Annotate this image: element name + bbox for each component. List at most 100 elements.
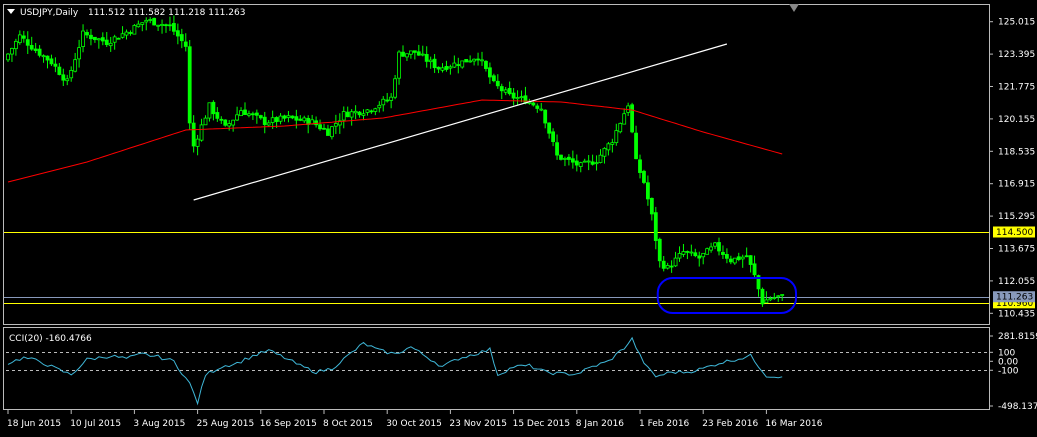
candle [464,59,469,63]
candle-body [424,54,429,62]
candle-body [507,87,512,95]
date-tick-label: 16 Mar 2016 [765,419,822,429]
candle-body [480,59,484,62]
candle-body [223,119,228,126]
price-tick-label: 120.155 [998,115,1035,125]
cci-label: CCI(20) -160.4766 [9,334,92,344]
candle-body [187,46,192,124]
candle-body [598,154,603,163]
candle-body [333,123,338,127]
candle-body [653,212,658,241]
candle-body [353,110,358,114]
candle-body [373,108,378,112]
level-tag-label: 111.263 [996,293,1033,303]
candle-body [393,78,398,98]
candle-body [760,288,765,305]
date-tick-label: 8 Jan 2016 [576,419,624,429]
candle-body [748,255,753,265]
candle-body [108,42,113,47]
candle-body [65,78,70,82]
candle-body [29,45,34,50]
symbol-label: USDJPY,Daily [20,8,79,18]
candle-body [689,251,694,254]
candle-body [120,33,125,38]
price-tick-label: 112.055 [998,277,1035,287]
candle-body [199,124,204,141]
candle-body [665,265,670,269]
candle-body [764,299,769,304]
candle-body [179,34,184,42]
candle-body [282,115,287,119]
price-tick-label: 123.395 [998,50,1035,60]
candle-body [586,160,591,163]
chart: USDJPY,Daily 111.512 111.582 111.218 111… [0,0,1037,437]
candle-body [725,254,729,259]
candle-body [744,255,749,258]
candle-body [215,112,220,119]
candle-body [203,117,208,126]
candle-body [294,116,299,121]
candle-body [705,248,710,255]
cci-tick-label: -100 [998,366,1019,376]
candle-body [104,39,109,46]
candle-body [594,162,599,165]
candle-body [511,92,516,99]
candle-body [491,75,496,82]
candle-body [452,62,457,68]
candle-body [81,30,85,47]
candle-body [219,118,224,121]
candle-body [100,37,105,42]
candle-body [132,25,137,35]
candle-body [207,102,212,119]
candle-body [93,36,97,41]
candle-body [503,89,508,93]
candle-body [191,122,196,147]
candle-body [622,113,627,125]
candle-body [677,253,682,259]
candle-body [369,110,374,113]
candle-body [487,67,492,78]
candle-body [270,117,275,123]
candle-body [116,37,121,40]
candle-body [341,111,346,121]
candle-body [164,24,168,27]
price-tick-label: 115.295 [998,212,1035,222]
candle-body [416,51,421,56]
candle-body [713,242,717,247]
candle-body [33,48,38,51]
price-tick-label: 121.775 [998,83,1035,93]
candle-body [144,19,149,23]
candle-body [555,142,559,156]
date-tick-label: 3 Aug 2015 [133,419,185,429]
candle-body [397,51,401,79]
candle-body [136,23,141,28]
candle-body [432,58,437,69]
candle-body [156,24,161,27]
candle-body [456,64,461,66]
candle-body [535,105,540,109]
candle-body [768,298,773,301]
candle-body [412,50,417,53]
candle-body [649,197,654,215]
candle-body [254,112,259,116]
candle-body [780,294,785,296]
candle-body [45,55,50,61]
candle-body [440,67,445,71]
level-price-tag: 114.500 [993,226,1035,238]
candle-body [570,158,575,163]
candle-body [175,30,180,37]
candle-body [57,66,62,75]
candle [630,102,634,134]
candle-body [464,59,469,63]
candle-body [266,122,271,126]
candle-body [96,38,101,41]
candle-body [298,118,303,121]
candle-body [519,96,524,99]
price-tick-label: 125.015 [998,18,1035,28]
candle-body [21,35,26,39]
candle-body [124,31,129,36]
candle-body [183,41,188,47]
candle-body [709,246,713,251]
price-tick-label: 113.675 [998,245,1035,255]
candle-body [365,109,370,113]
